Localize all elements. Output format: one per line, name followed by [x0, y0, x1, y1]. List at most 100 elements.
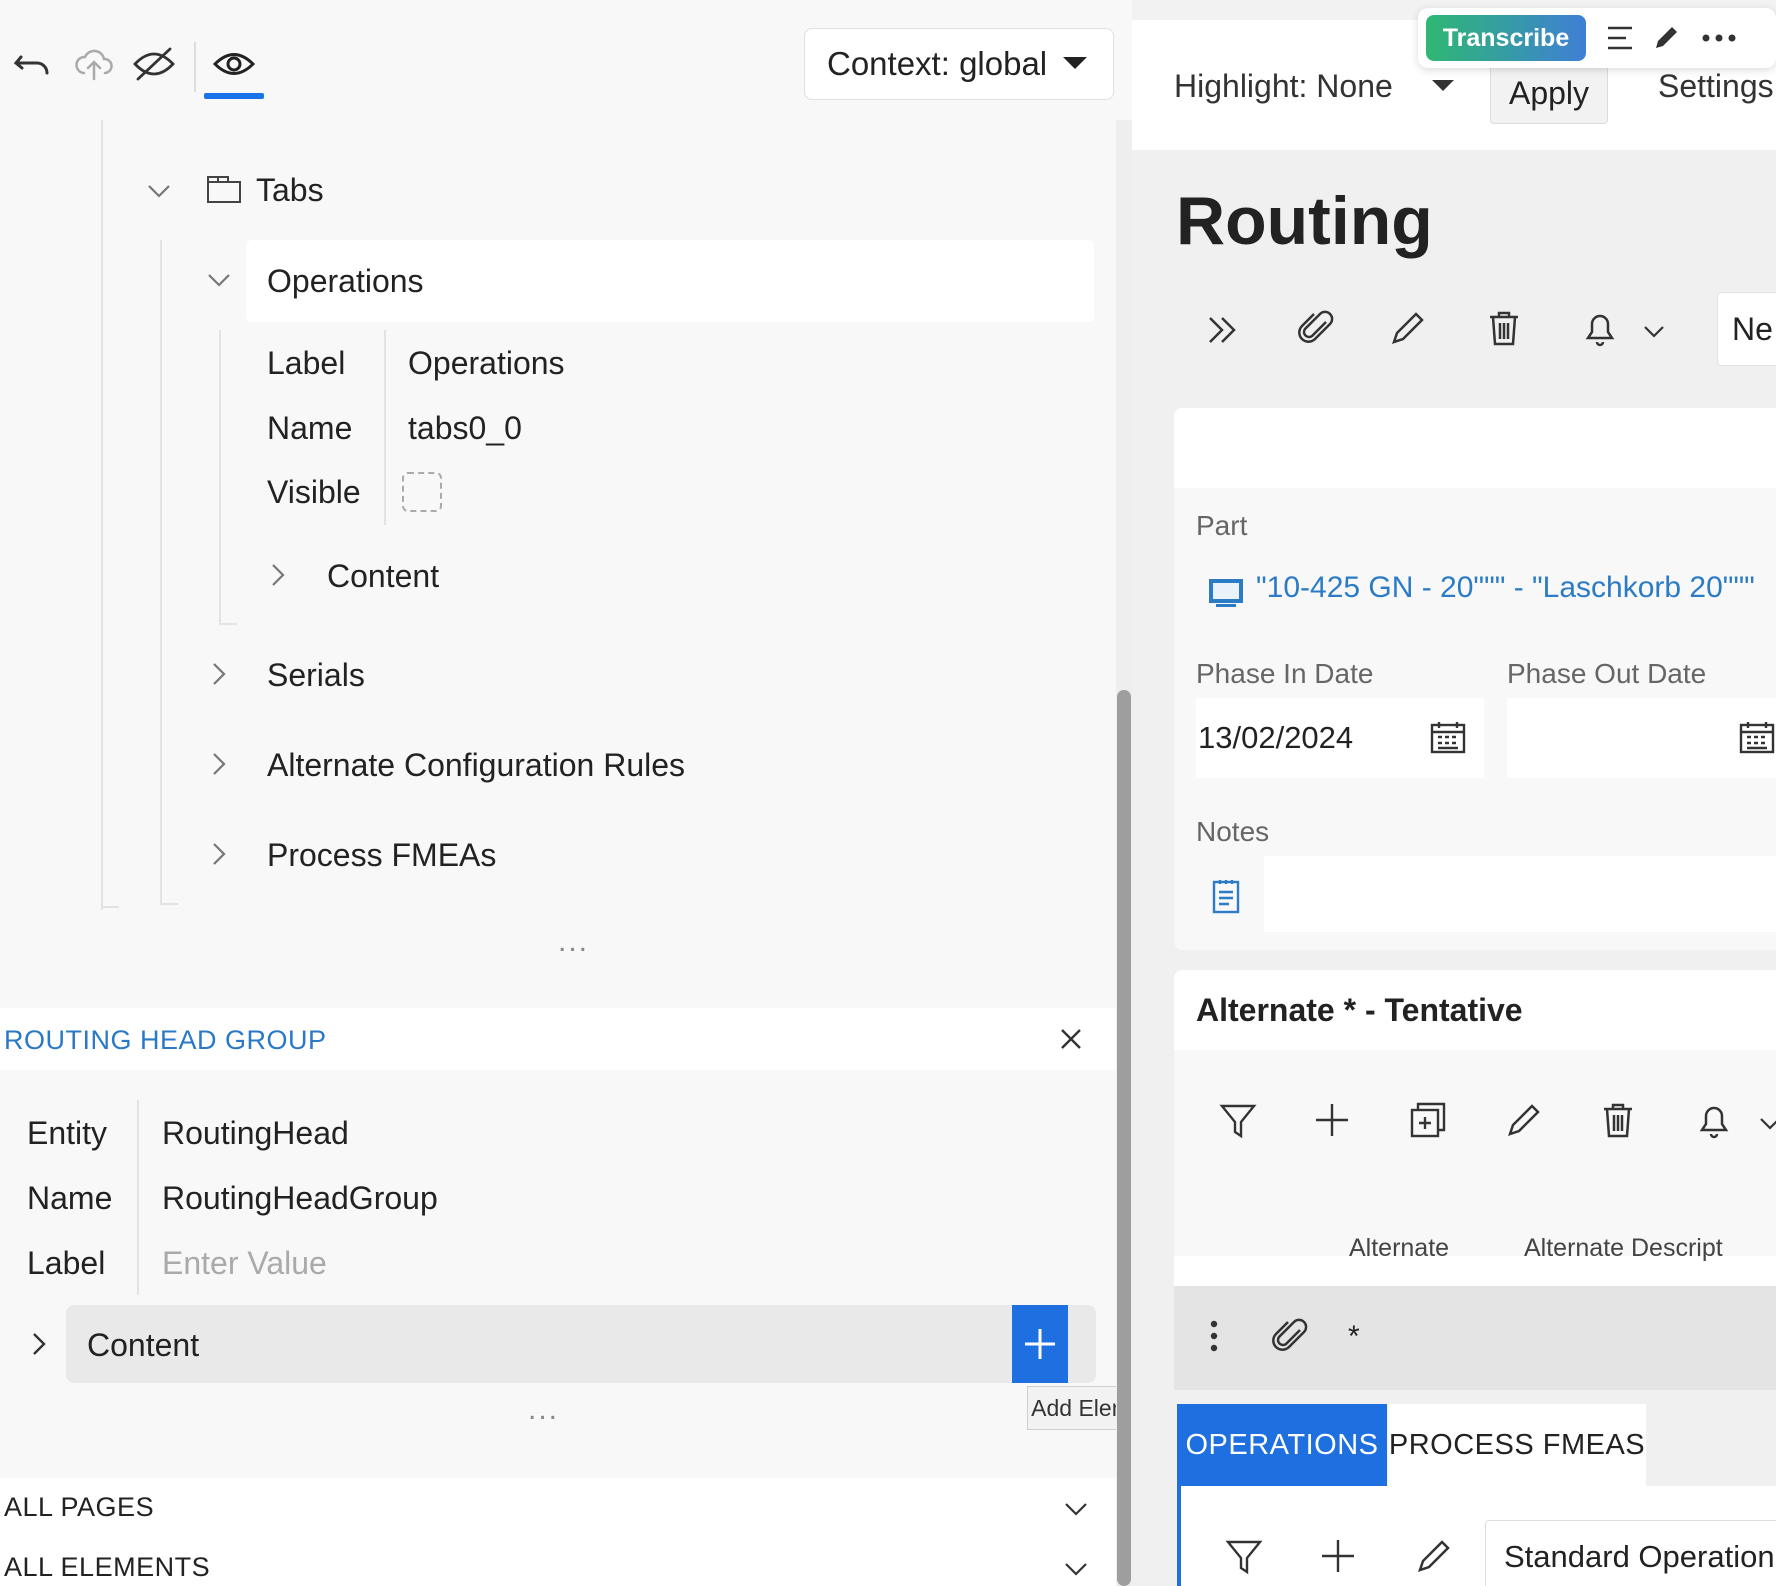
designer-scrollbar-thumb[interactable]	[1117, 690, 1131, 1586]
pencil-icon[interactable]	[1504, 1100, 1544, 1140]
part-link[interactable]: "10-425 GN - 20""" - "Laschkorb 20"""	[1256, 571, 1755, 605]
chevron-right-icon[interactable]	[264, 561, 292, 589]
more-vertical-icon[interactable]	[1210, 1320, 1218, 1352]
all-pages-section[interactable]: ALL PAGES	[4, 1492, 154, 1523]
eye-off-icon[interactable]	[132, 42, 176, 86]
more-horizontal-icon[interactable]	[1702, 34, 1736, 42]
prop-label-value[interactable]: Operations	[408, 345, 565, 382]
chevron-down-icon[interactable]	[1642, 324, 1666, 340]
page-title: Routing	[1176, 183, 1433, 259]
highlight-dropdown[interactable]: Highlight: None	[1174, 68, 1393, 105]
tab-process-fmeas[interactable]: PROCESS FMEAS	[1388, 1404, 1646, 1486]
chevron-right-icon[interactable]	[26, 1330, 52, 1358]
active-mode-indicator	[204, 93, 264, 99]
tree-node-alt-config-rules[interactable]: Alternate Configuration Rules	[267, 747, 685, 784]
group-entity-key: Entity	[27, 1115, 108, 1151]
filter-icon[interactable]	[1218, 1100, 1258, 1140]
trash-icon[interactable]	[1484, 308, 1524, 348]
row-alternate-value: *	[1348, 1320, 1360, 1353]
list-icon[interactable]	[1606, 25, 1634, 51]
chevron-down-icon[interactable]	[1063, 1500, 1089, 1518]
context-dropdown[interactable]: Context: global	[804, 28, 1114, 100]
part-label: Part	[1196, 510, 1248, 541]
tree-node-serials[interactable]: Serials	[267, 657, 365, 694]
new-button[interactable]: Ne	[1717, 292, 1776, 366]
tree-guide	[219, 623, 237, 625]
group-label-key: Label	[27, 1245, 106, 1281]
chevron-right-icon[interactable]	[205, 660, 233, 688]
paperclip-icon[interactable]	[1296, 308, 1336, 348]
chevron-down-icon[interactable]	[145, 177, 173, 205]
prop-name-key: Name	[267, 410, 353, 446]
tree-guide	[101, 906, 119, 908]
eye-icon[interactable]	[212, 42, 256, 86]
plus-icon[interactable]	[1318, 1536, 1358, 1576]
toolbar-divider	[194, 42, 196, 92]
bell-icon[interactable]	[1580, 308, 1620, 348]
phase-in-date-value: 13/02/2024	[1198, 720, 1354, 755]
standard-operation-label: Standard Operation	[1504, 1539, 1775, 1574]
chevrons-right-icon[interactable]	[1202, 310, 1242, 350]
tree-node-operations[interactable]: Operations	[267, 263, 424, 300]
group-name-value[interactable]: RoutingHeadGroup	[162, 1180, 438, 1217]
prop-divider	[384, 330, 386, 525]
add-element-button[interactable]	[1012, 1305, 1068, 1383]
tree-node-process-fmeas[interactable]: Process FMEAs	[267, 837, 496, 874]
group-label-input[interactable]: Enter Value	[162, 1245, 327, 1282]
duplicate-icon[interactable]	[1408, 1100, 1448, 1140]
settings-link[interactable]: Settings	[1658, 68, 1774, 105]
plus-icon[interactable]	[1312, 1100, 1352, 1140]
caret-down-icon	[1432, 80, 1454, 91]
tree-node-tabs[interactable]: Tabs	[256, 172, 324, 209]
phase-out-label: Phase Out Date	[1507, 658, 1707, 689]
group-entity-value[interactable]: RoutingHead	[162, 1115, 349, 1152]
all-elements-section[interactable]: ALL ELEMENTS	[4, 1552, 210, 1583]
column-header-alternate-description[interactable]: Alternate Descript	[1524, 1234, 1723, 1263]
pencil-icon[interactable]	[1388, 308, 1428, 348]
chevron-right-icon[interactable]	[205, 840, 233, 868]
pencil-icon[interactable]	[1414, 1536, 1454, 1576]
bell-icon[interactable]	[1694, 1100, 1734, 1140]
trash-icon[interactable]	[1598, 1100, 1638, 1140]
tree-guide	[160, 903, 178, 905]
column-header-alternate[interactable]: Alternate	[1349, 1234, 1449, 1263]
monitor-icon	[1208, 578, 1244, 608]
calendar-icon[interactable]	[1430, 720, 1466, 754]
tree-more-handle[interactable]: ...	[558, 925, 589, 959]
group-name-key: Name	[27, 1180, 113, 1216]
paperclip-icon[interactable]	[1270, 1316, 1310, 1356]
group-content-label: Content	[87, 1327, 200, 1363]
notes-input[interactable]	[1264, 856, 1776, 932]
chevron-right-icon[interactable]	[205, 750, 233, 778]
standard-operation-button[interactable]: Standard Operation	[1485, 1520, 1776, 1586]
prop-divider	[137, 1100, 139, 1295]
tabs-icon	[206, 174, 242, 204]
tree-guide	[160, 240, 162, 905]
footer-sections: ALL PAGES ALL ELEMENTS	[0, 1478, 1116, 1586]
tab-operations[interactable]: OPERATIONS	[1177, 1404, 1387, 1486]
undo-icon[interactable]	[10, 42, 54, 86]
table-row[interactable]	[1174, 1286, 1776, 1390]
chevron-down-icon[interactable]	[1063, 1560, 1089, 1578]
phase-out-date-input[interactable]	[1507, 698, 1776, 778]
visible-checkbox[interactable]	[402, 472, 442, 512]
alternate-title: Alternate * - Tentative	[1196, 992, 1523, 1028]
transcribe-button[interactable]: Transcribe	[1426, 15, 1586, 61]
filter-icon[interactable]	[1224, 1536, 1264, 1576]
tree-node-content[interactable]: Content	[327, 558, 439, 595]
phase-in-label: Phase In Date	[1196, 658, 1374, 689]
chevron-down-icon[interactable]	[205, 266, 233, 294]
cloud-upload-icon[interactable]	[72, 42, 116, 86]
group-more-handle[interactable]: ...	[528, 1393, 559, 1427]
phase-in-date-input[interactable]: 13/02/2024	[1196, 698, 1484, 778]
group-title: ROUTING HEAD GROUP	[4, 1025, 327, 1055]
chevron-down-icon[interactable]	[1758, 1116, 1776, 1132]
apply-button[interactable]: Apply	[1490, 62, 1608, 124]
group-content-row[interactable]	[66, 1305, 1096, 1383]
calendar-icon[interactable]	[1739, 720, 1775, 754]
pencil-icon[interactable]	[1652, 22, 1682, 52]
close-icon[interactable]	[1058, 1026, 1084, 1052]
prop-name-value[interactable]: tabs0_0	[408, 410, 522, 447]
notes-icon[interactable]	[1212, 878, 1240, 914]
prop-label-key: Label	[267, 345, 346, 381]
